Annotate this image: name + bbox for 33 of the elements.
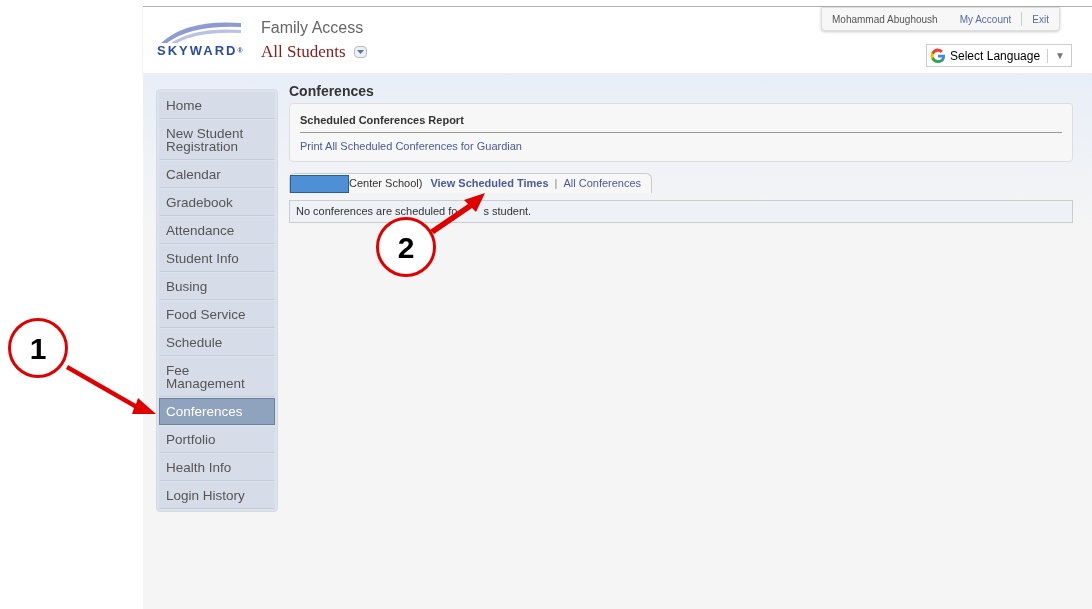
nav-item[interactable]: Home: [159, 92, 275, 119]
google-icon: [930, 47, 946, 64]
header-link[interactable]: Exit: [1032, 11, 1049, 27]
nav-item[interactable]: Login History: [159, 482, 275, 509]
nav-item[interactable]: Food Service: [159, 301, 275, 328]
nav-item[interactable]: Health Info: [159, 454, 275, 481]
nav-item[interactable]: Student Info: [159, 245, 275, 272]
school-name: Center School): [349, 176, 423, 192]
report-title: Scheduled Conferences Report: [300, 112, 1062, 133]
dropdown-button[interactable]: [353, 45, 367, 58]
nav-item[interactable]: Schedule: [159, 329, 275, 356]
message-text: s student.: [483, 203, 532, 219]
nav-item[interactable]: Busing: [159, 273, 275, 300]
nav-item[interactable]: New Student Registration: [159, 120, 275, 160]
language-select[interactable]: Select Language ▼: [926, 44, 1072, 67]
nav-item[interactable]: Calendar: [159, 161, 275, 188]
print-link[interactable]: Print All Scheduled Conferences for Guardian: [300, 137, 1062, 154]
tab-link[interactable]: View Scheduled Times: [430, 175, 549, 192]
nav-item[interactable]: Attendance: [159, 217, 275, 244]
tab[interactable]: Center School) View Scheduled Times | All Conferences: [289, 173, 653, 193]
nav-item[interactable]: Portfolio: [159, 426, 275, 453]
student-selector[interactable]: All Students: [261, 39, 346, 65]
app-title: Family Access: [261, 18, 365, 38]
tab-link[interactable]: All Conferences: [563, 175, 642, 192]
page-title: Conferences: [289, 82, 375, 101]
annotation-number: 1: [8, 318, 68, 378]
header-link[interactable]: My Account: [959, 11, 1012, 27]
nav-item[interactable]: Fee Management: [159, 357, 275, 397]
caret-icon: [356, 49, 364, 54]
separator: |: [554, 176, 558, 192]
nav-item[interactable]: Gradebook: [159, 189, 275, 216]
user-name: Mohammad Abughoush: [832, 12, 939, 27]
redaction-block: [290, 174, 349, 193]
